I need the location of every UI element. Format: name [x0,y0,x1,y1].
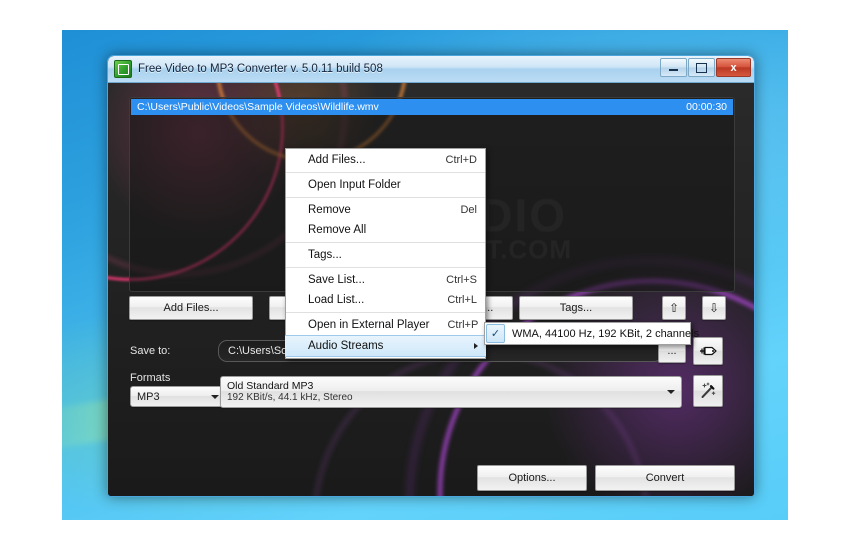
submenu-item-audio-stream[interactable]: WMA, 44100 Hz, 192 KBit, 2 channels [512,328,699,340]
menu-item-label: Open in External Player [308,319,429,331]
application-body: UDIO OFT.COM C:\Users\Public\Videos\Samp… [108,83,754,496]
formats-label: Formats [130,372,170,384]
application-window: Free Video to MP3 Converter v. 5.0.11 bu… [107,55,755,497]
options-button[interactable]: Options... [477,465,587,491]
chevron-right-icon [474,343,478,349]
menu-item-remove-all[interactable]: Remove All [286,220,485,240]
checkmark-icon[interactable]: ✓ [486,324,505,343]
file-list-row[interactable]: C:\Users\Public\Videos\Sample Videos\Wil… [131,99,733,115]
open-output-folder-button[interactable] [693,337,723,365]
menu-item-accelerator: Del [442,204,477,216]
preset-details: 192 KBit/s, 44.1 kHz, Stereo [227,392,353,404]
menu-item-label: Remove All [308,224,366,236]
menu-item-load-list[interactable]: Load List... Ctrl+L [286,290,485,310]
file-duration: 00:00:30 [686,101,727,113]
audio-streams-submenu[interactable]: ✓ WMA, 44100 Hz, 192 KBit, 2 channels [484,322,691,345]
minimize-button[interactable] [660,58,687,77]
move-down-button[interactable]: ⇩ [702,296,726,320]
menu-separator [286,312,485,313]
preset-name: Old Standard MP3 [227,380,353,392]
magic-wand-icon [699,382,717,400]
minimize-icon [669,69,678,71]
menu-separator [286,172,485,173]
window-controls: x [660,58,751,77]
menu-item-accelerator: Ctrl+D [428,154,477,166]
menu-item-label: Audio Streams [308,340,383,352]
menu-item-label: Open Input Folder [308,179,401,191]
menu-item-accelerator: Ctrl+P [429,319,478,331]
format-select-value: MP3 [137,391,160,403]
chevron-down-icon [211,395,219,399]
menu-item-audio-streams[interactable]: Audio Streams [285,335,486,357]
menu-item-add-files[interactable]: Add Files... Ctrl+D [286,150,485,170]
menu-item-label: Load List... [308,294,364,306]
file-path: C:\Users\Public\Videos\Sample Videos\Wil… [137,101,379,113]
menu-item-tags[interactable]: Tags... [286,245,485,265]
chevron-down-icon [667,390,675,394]
plug-icon [698,344,718,358]
app-icon [114,60,132,78]
menu-separator [286,197,485,198]
menu-item-save-list[interactable]: Save List... Ctrl+S [286,270,485,290]
menu-separator [286,242,485,243]
menu-item-accelerator: Ctrl+L [429,294,477,306]
context-menu[interactable]: Add Files... Ctrl+D Open Input Folder Re… [285,148,486,359]
move-up-button[interactable]: ⇧ [662,296,686,320]
close-button[interactable]: x [716,58,751,77]
menu-item-label: Remove [308,204,351,216]
menu-item-remove[interactable]: Remove Del [286,200,485,220]
menu-item-label: Add Files... [308,154,366,166]
menu-item-accelerator: Ctrl+S [428,274,477,286]
menu-item-label: Tags... [308,249,342,261]
save-to-label: Save to: [130,345,170,357]
preset-select[interactable]: Old Standard MP3 192 KBit/s, 44.1 kHz, S… [220,376,682,408]
convert-button[interactable]: Convert [595,465,735,491]
add-files-button[interactable]: Add Files... [129,296,253,320]
menu-separator [286,267,485,268]
menu-item-open-input-folder[interactable]: Open Input Folder [286,175,485,195]
maximize-icon [696,63,707,73]
title-bar[interactable]: Free Video to MP3 Converter v. 5.0.11 bu… [108,56,754,83]
format-select[interactable]: MP3 [130,386,226,407]
window-title: Free Video to MP3 Converter v. 5.0.11 bu… [138,63,383,75]
tags-button[interactable]: Tags... [519,296,633,320]
preset-editor-button[interactable] [693,375,723,407]
menu-item-label: Save List... [308,274,365,286]
maximize-button[interactable] [688,58,715,77]
menu-item-open-in-external-player[interactable]: Open in External Player Ctrl+P [286,315,485,335]
